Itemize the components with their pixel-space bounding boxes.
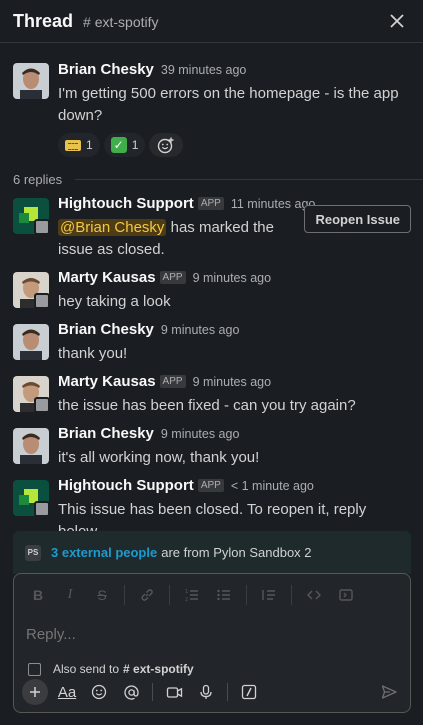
reply-message: Marty Kausas APP 9 minutes ago hey takin…: [0, 269, 423, 313]
format-toggle-button[interactable]: Aa: [54, 679, 80, 705]
message-text: thank you!: [58, 345, 128, 362]
code-block-icon[interactable]: [334, 583, 358, 607]
reaction-ticket[interactable]: 1: [58, 133, 100, 157]
avatar[interactable]: [13, 428, 49, 464]
timestamp[interactable]: 11 minutes ago: [231, 197, 316, 211]
strikethrough-icon[interactable]: S: [90, 583, 114, 607]
app-badge: [34, 293, 50, 309]
timestamp[interactable]: 9 minutes ago: [193, 375, 272, 389]
reopen-issue-button[interactable]: Reopen Issue: [304, 205, 411, 233]
toolbar-divider: [291, 585, 292, 605]
message-text: @Brian Chesky has marked the issue as cl…: [58, 217, 308, 261]
message-text: hey taking a look: [58, 293, 171, 310]
reply-composer: B I S 12 Also send to # ext-spotify: [13, 573, 411, 713]
also-send-channel: # ext-spotify: [123, 662, 194, 676]
reaction-count: 1: [86, 138, 93, 152]
avatar[interactable]: [13, 63, 49, 99]
reactions: 1 ✓ 1: [58, 133, 411, 157]
close-icon[interactable]: [384, 8, 410, 34]
banner-text: are from Pylon Sandbox 2: [161, 545, 312, 560]
check-icon: ✓: [110, 137, 127, 153]
format-toolbar: B I S 12: [14, 574, 410, 616]
app-tag: APP: [159, 271, 186, 284]
avatar[interactable]: [13, 376, 50, 413]
reply-message: Hightouch Support APP 11 minutes ago @Br…: [0, 195, 423, 261]
author-name[interactable]: Brian Chesky: [58, 321, 154, 338]
mention-icon[interactable]: [118, 679, 144, 705]
reply-message: Brian Chesky 9 minutes ago it's all work…: [0, 425, 423, 469]
reaction-check[interactable]: ✓ 1: [103, 133, 146, 157]
emoji-icon[interactable]: [86, 679, 112, 705]
svg-text:1: 1: [185, 589, 188, 595]
avatar[interactable]: [13, 272, 50, 309]
app-tag: APP: [197, 479, 224, 492]
toolbar-divider: [169, 585, 170, 605]
bold-icon[interactable]: B: [26, 583, 50, 607]
app-badge: [34, 397, 50, 413]
timestamp[interactable]: 39 minutes ago: [161, 63, 246, 77]
app-badge: [34, 219, 50, 235]
toolbar-divider: [152, 683, 153, 701]
timestamp[interactable]: 9 minutes ago: [193, 271, 272, 285]
message-text: it's all working now, thank you!: [58, 449, 260, 466]
blockquote-icon[interactable]: [257, 583, 281, 607]
author-name[interactable]: Hightouch Support: [58, 477, 194, 494]
app-tag: APP: [159, 375, 186, 388]
thread-header: Thread # ext-spotify: [0, 0, 423, 43]
bullet-list-icon[interactable]: [212, 583, 236, 607]
send-icon[interactable]: [376, 679, 402, 705]
avatar[interactable]: [13, 480, 50, 517]
shortcuts-icon[interactable]: [236, 679, 262, 705]
reply-input[interactable]: [14, 616, 410, 652]
toolbar-divider: [124, 585, 125, 605]
italic-icon[interactable]: I: [58, 583, 82, 607]
composer-actions: Aa: [22, 678, 402, 706]
video-icon[interactable]: [161, 679, 187, 705]
avatar[interactable]: [13, 198, 50, 235]
svg-text:2: 2: [185, 597, 188, 603]
timestamp[interactable]: < 1 minute ago: [231, 479, 314, 493]
toolbar-divider: [246, 585, 247, 605]
app-badge: [34, 501, 50, 517]
org-badge: PS: [25, 544, 41, 561]
ticket-icon: [65, 139, 81, 151]
toolbar-divider: [227, 683, 228, 701]
replies-count: 6 replies: [13, 171, 63, 187]
external-people-link[interactable]: 3 external people: [51, 545, 157, 560]
code-icon[interactable]: [302, 583, 326, 607]
timestamp[interactable]: 9 minutes ago: [161, 427, 240, 441]
reaction-count: 1: [131, 138, 139, 152]
numbered-list-icon[interactable]: 12: [180, 583, 204, 607]
also-send-label: Also send to: [53, 662, 120, 676]
user-mention[interactable]: @Brian Chesky: [58, 219, 167, 236]
plus-icon[interactable]: [22, 679, 48, 705]
app-tag: APP: [197, 197, 224, 210]
replies-divider: 6 replies: [0, 165, 423, 193]
author-name[interactable]: Hightouch Support: [58, 195, 194, 212]
author-name[interactable]: Brian Chesky: [58, 61, 154, 78]
author-name[interactable]: Marty Kausas: [58, 269, 156, 286]
parent-message: Brian Chesky 39 minutes ago I'm getting …: [0, 61, 423, 157]
avatar[interactable]: [13, 324, 49, 360]
also-send-checkbox[interactable]: [28, 662, 41, 676]
thread-title: Thread: [13, 10, 74, 31]
reply-message: Marty Kausas APP 9 minutes ago the issue…: [0, 373, 423, 417]
microphone-icon[interactable]: [193, 679, 219, 705]
channel-name[interactable]: # ext-spotify: [83, 14, 158, 30]
message-text: the issue has been fixed - can you try a…: [58, 397, 356, 414]
external-people-banner: PS 3 external people are from Pylon Sand…: [13, 531, 411, 574]
add-reaction-button[interactable]: [149, 133, 184, 157]
author-name[interactable]: Brian Chesky: [58, 425, 154, 442]
link-icon[interactable]: [135, 583, 159, 607]
timestamp[interactable]: 9 minutes ago: [161, 323, 240, 337]
reply-message: Brian Chesky 9 minutes ago thank you!: [0, 321, 423, 365]
add-emoji-icon: [158, 137, 174, 154]
message-text: I'm getting 500 errors on the homepage -…: [58, 85, 399, 124]
author-name[interactable]: Marty Kausas: [58, 373, 156, 390]
